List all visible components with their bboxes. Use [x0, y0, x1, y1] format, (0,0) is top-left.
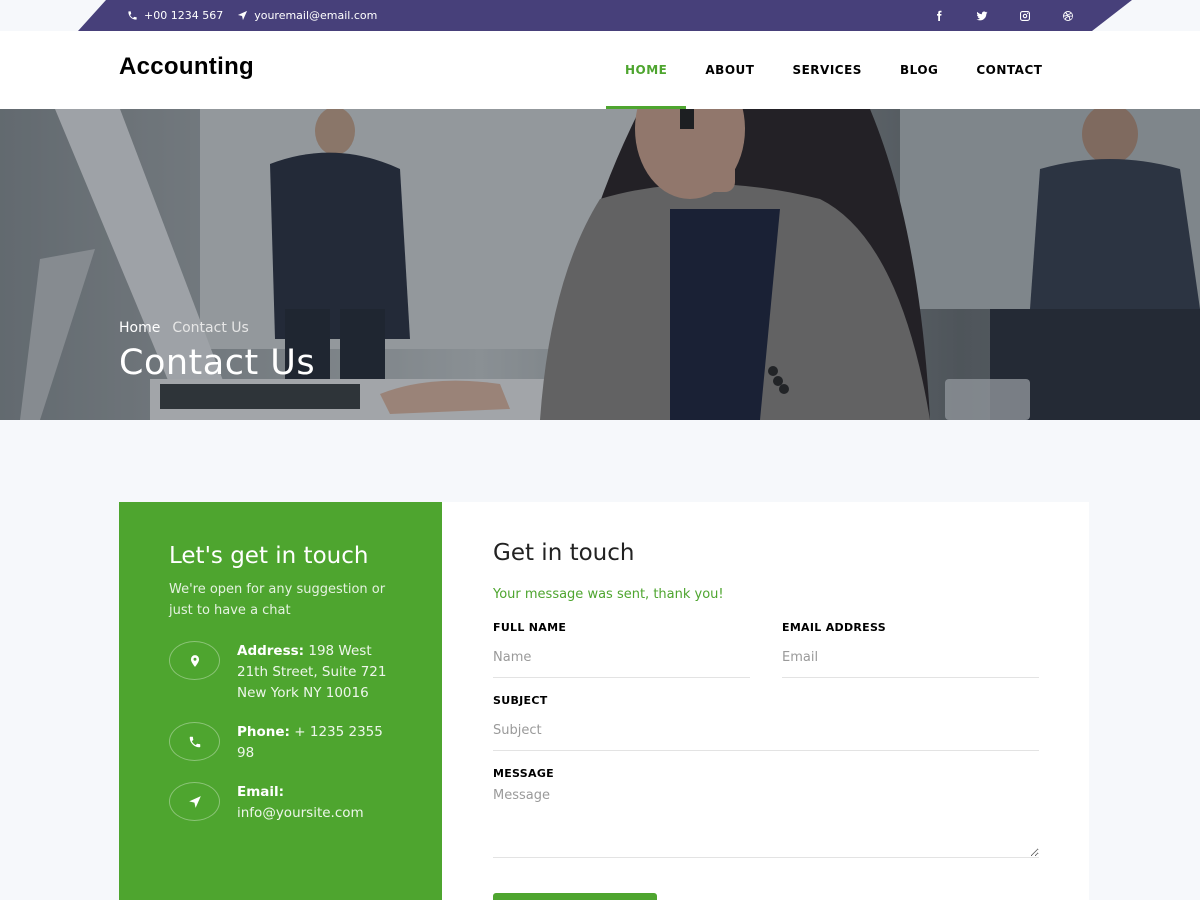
email-field-group: EMAIL ADDRESS — [782, 621, 1039, 678]
top-bar-phone: +00 1234 567 — [127, 9, 223, 22]
main-navbar: Accounting HOME ABOUT SERVICES BLOG CONT… — [0, 31, 1200, 109]
hero-banner: Home Contact Us Contact Us — [0, 109, 1200, 420]
contact-form-panel: Get in touch Your message was sent, than… — [442, 502, 1089, 900]
map-marker-icon — [169, 641, 220, 680]
nav-item-contact[interactable]: CONTACT — [957, 31, 1061, 109]
contact-info-panel: Let's get in touch We're open for any su… — [119, 502, 442, 900]
nav-item-services[interactable]: SERVICES — [773, 31, 880, 109]
full-name-label: FULL NAME — [493, 621, 567, 634]
form-success-message: Your message was sent, thank you! — [493, 587, 724, 602]
phone-icon — [128, 11, 137, 20]
email-address-label: EMAIL ADDRESS — [782, 621, 886, 634]
breadcrumb: Home Contact Us — [119, 320, 249, 336]
info-email: Email: info@yoursite.com — [169, 782, 392, 824]
breadcrumb-home[interactable]: Home — [119, 320, 160, 336]
main-menu: HOME ABOUT SERVICES BLOG CONTACT — [606, 31, 1061, 109]
facebook-icon[interactable] — [928, 5, 949, 26]
phone-text: Phone: + 1235 2355 98 — [237, 722, 392, 764]
subject-field-group: SUBJECT — [493, 694, 1039, 751]
email-label: Email: — [237, 784, 285, 800]
top-bar-email-text: youremail@email.com — [254, 9, 378, 22]
top-bar: +00 1234 567 youremail@email.com — [0, 0, 1200, 31]
info-subtitle: We're open for any suggestion or just to… — [169, 582, 386, 618]
nav-item-about[interactable]: ABOUT — [686, 31, 773, 109]
full-name-input[interactable] — [493, 642, 750, 678]
email-input[interactable] — [782, 642, 1039, 678]
address-label: Address: — [237, 643, 305, 659]
social-links — [928, 0, 1078, 31]
breadcrumb-current: Contact Us — [172, 320, 249, 336]
info-phone: Phone: + 1235 2355 98 — [169, 722, 392, 764]
send-message-button[interactable] — [493, 893, 657, 900]
instagram-icon[interactable] — [1014, 5, 1035, 26]
email-value[interactable]: info@yoursite.com — [237, 805, 364, 821]
form-row-name-email: FULL NAME EMAIL ADDRESS — [493, 621, 1039, 694]
subject-label: SUBJECT — [493, 694, 548, 707]
address-text: Address: 198 West 21th Street, Suite 721… — [237, 641, 392, 704]
info-address: Address: 198 West 21th Street, Suite 721… — [169, 641, 392, 704]
message-field-group: MESSAGE — [493, 767, 1039, 862]
top-bar-phone-text: +00 1234 567 — [144, 9, 224, 22]
nav-item-blog[interactable]: BLOG — [881, 31, 957, 109]
phone-icon — [169, 722, 220, 761]
nav-item-home[interactable]: HOME — [606, 31, 687, 109]
phone-label: Phone: — [237, 724, 290, 740]
dribbble-icon[interactable] — [1057, 5, 1078, 26]
phone-icon-wrap — [169, 722, 220, 761]
page-title: Contact Us — [119, 343, 316, 383]
email-icon-wrap — [169, 782, 220, 821]
message-label: MESSAGE — [493, 767, 554, 780]
form-title: Get in touch — [493, 540, 635, 566]
twitter-icon[interactable] — [971, 5, 992, 26]
paper-plane-icon — [238, 10, 248, 21]
contact-section: Let's get in touch We're open for any su… — [119, 502, 1089, 900]
top-bar-email[interactable]: youremail@email.com — [237, 9, 377, 22]
paper-plane-icon — [169, 782, 220, 821]
top-bar-contact: +00 1234 567 youremail@email.com — [127, 0, 377, 31]
address-icon-wrap — [169, 641, 220, 680]
full-name-field-group: FULL NAME — [493, 621, 750, 678]
email-text: Email: info@yoursite.com — [237, 782, 364, 824]
brand-logo[interactable]: Accounting — [119, 53, 254, 81]
info-title: Let's get in touch — [169, 543, 369, 569]
message-textarea[interactable] — [493, 788, 1039, 858]
subject-input[interactable] — [493, 715, 1039, 751]
